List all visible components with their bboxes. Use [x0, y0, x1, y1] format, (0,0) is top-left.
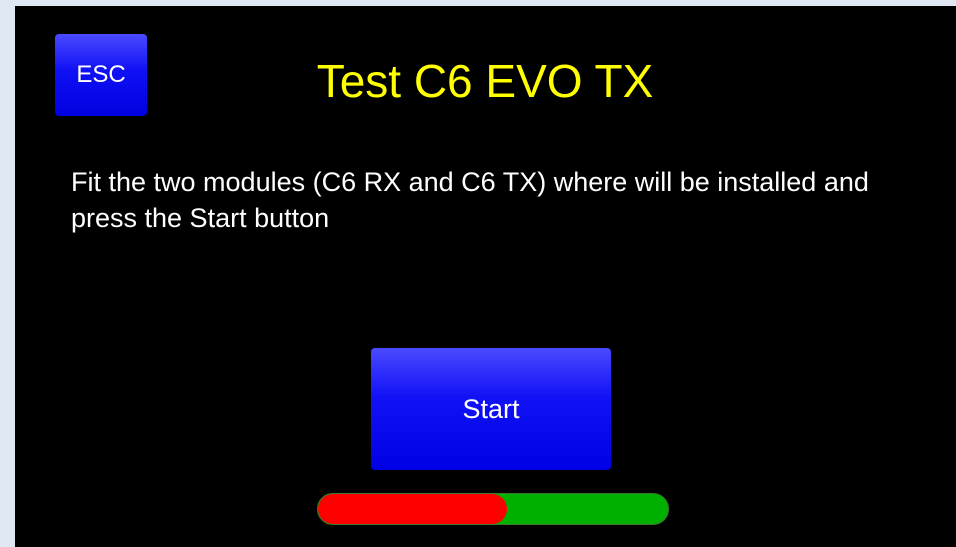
- start-button-label: Start: [462, 393, 520, 424]
- instruction-text: Fit the two modules (C6 RX and C6 TX) wh…: [71, 167, 869, 233]
- progress-bar-fill: [318, 494, 507, 524]
- window-frame: ESC Test C6 EVO TX Fit the two modules (…: [0, 0, 956, 547]
- test-screen: ESC Test C6 EVO TX Fit the two modules (…: [15, 6, 956, 547]
- esc-button-label: ESC: [76, 61, 126, 88]
- progress-bar: [317, 493, 669, 525]
- start-button[interactable]: Start: [371, 348, 611, 470]
- page-title: Test C6 EVO TX: [316, 55, 654, 107]
- esc-button[interactable]: ESC: [55, 34, 147, 116]
